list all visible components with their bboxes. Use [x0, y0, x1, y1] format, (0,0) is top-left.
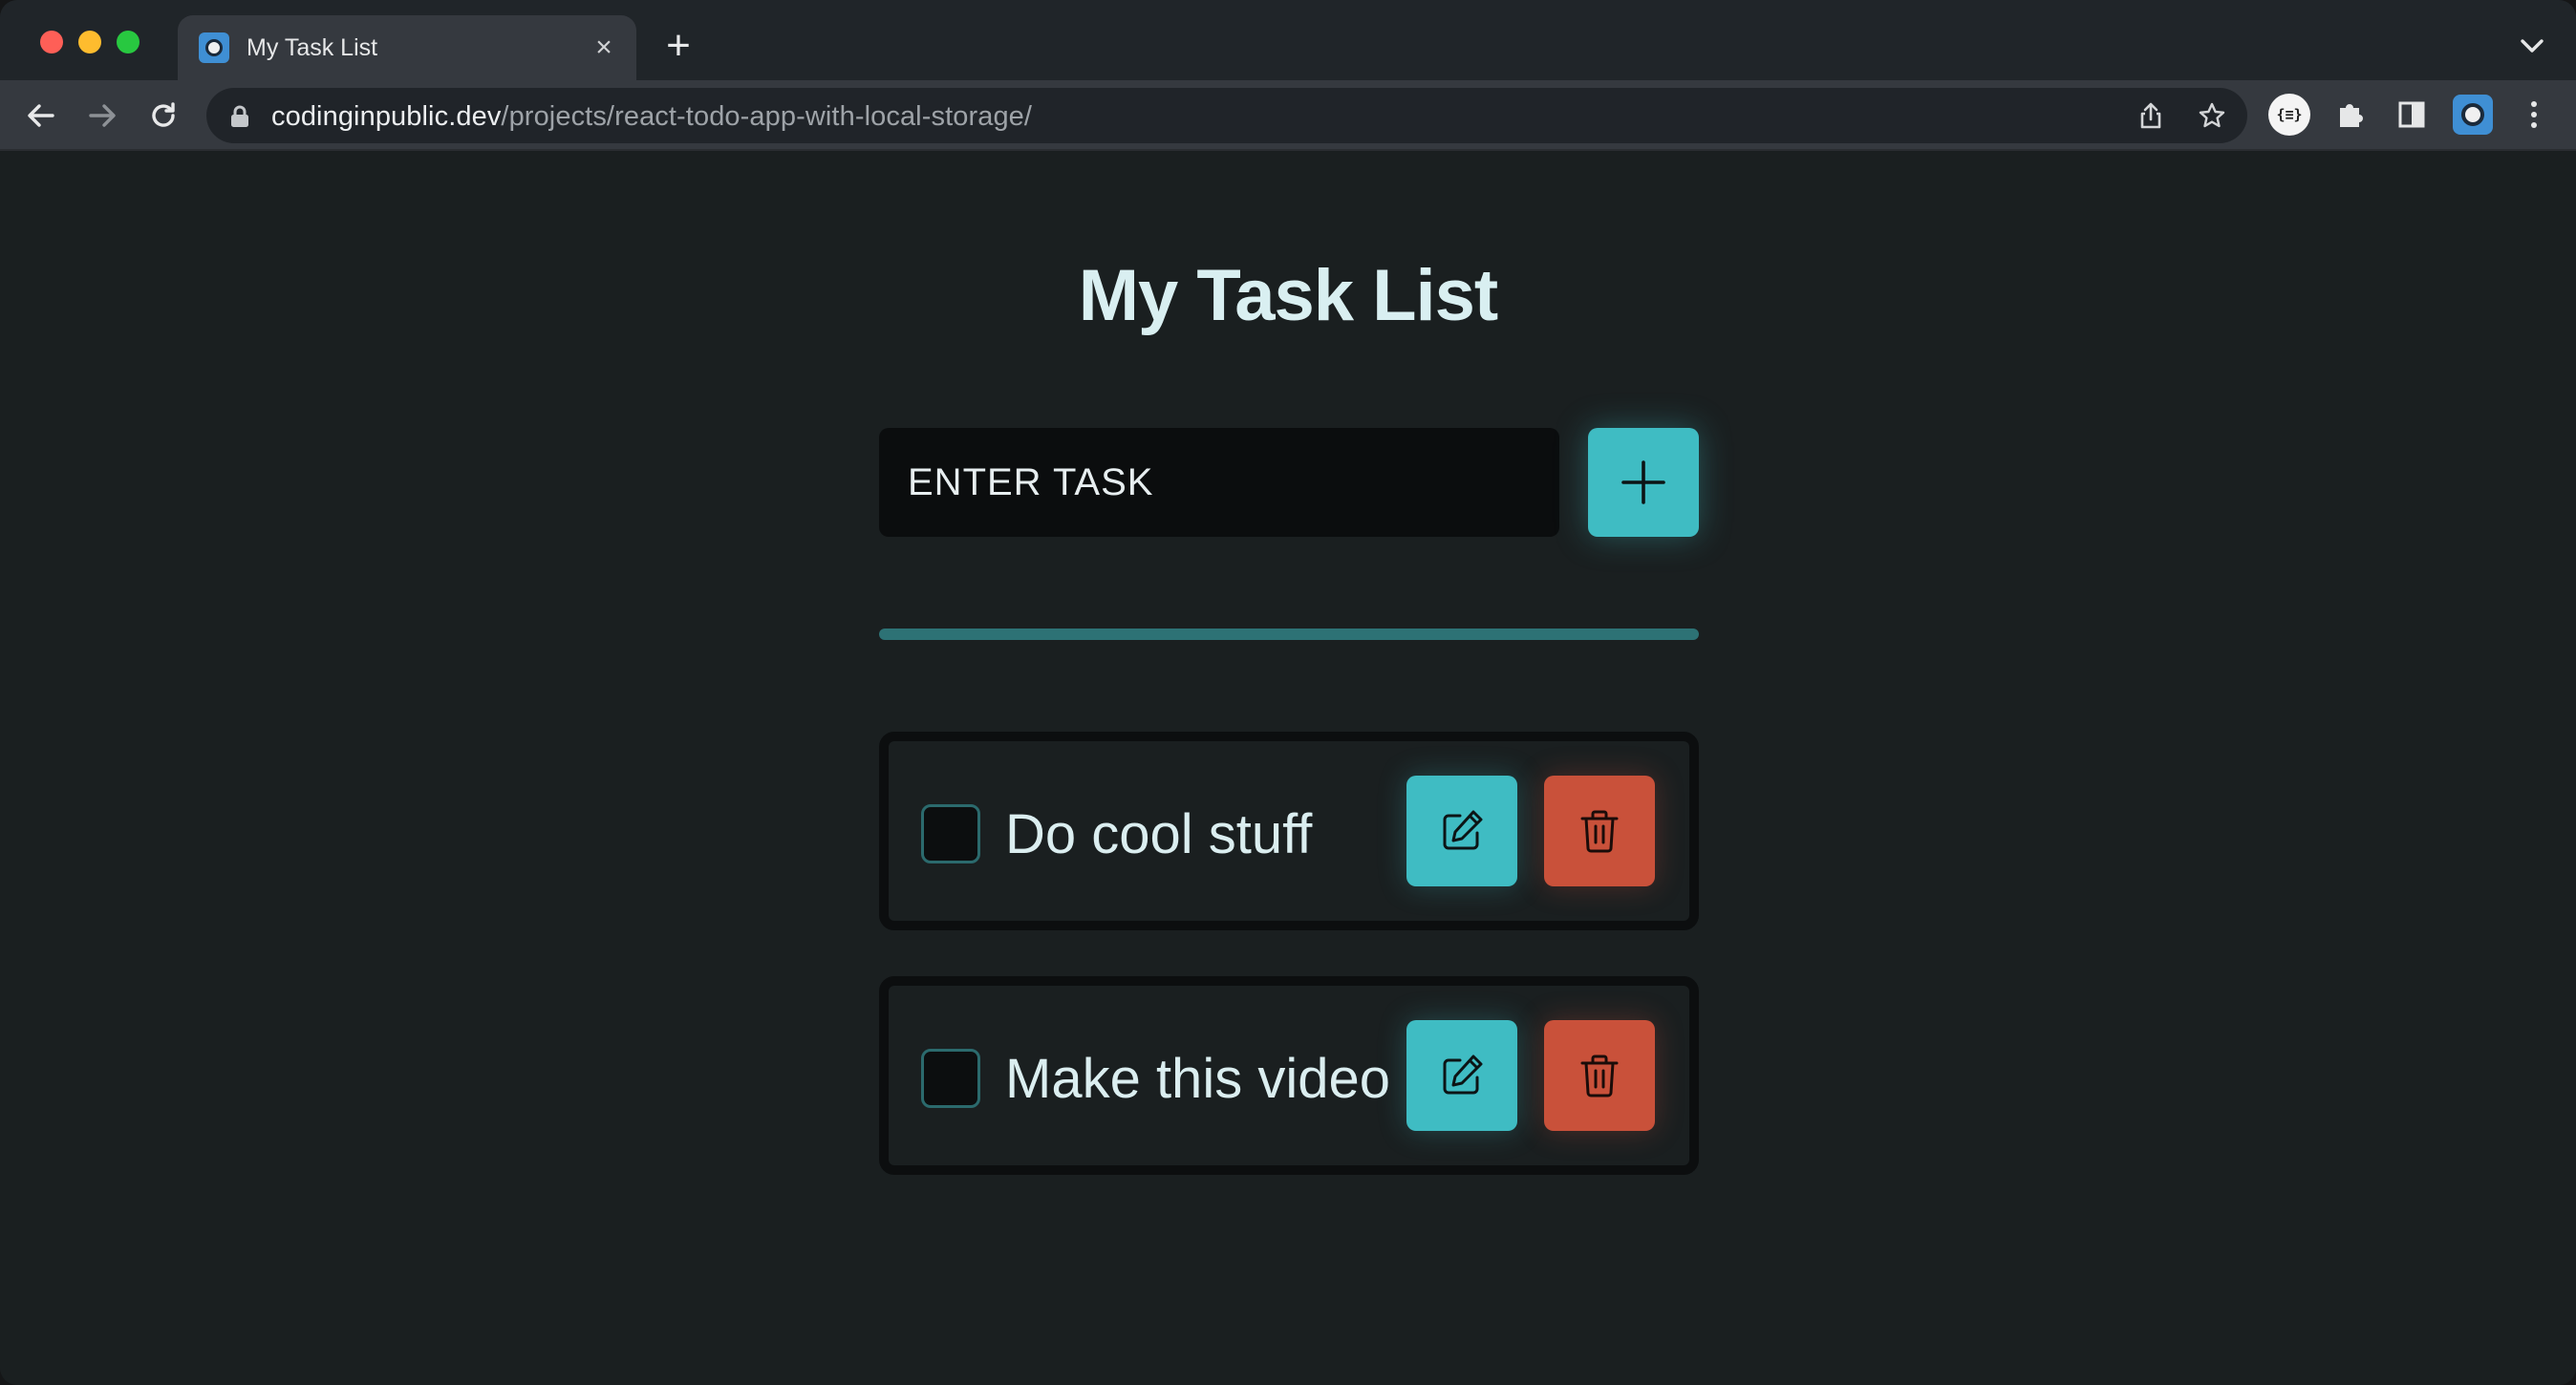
- json-extension-label: {≡}: [2268, 94, 2310, 136]
- pencil-square-icon: [1443, 810, 1483, 850]
- tab-title: My Task List: [247, 34, 378, 61]
- profile-avatar[interactable]: [2452, 94, 2494, 136]
- edit-task-button[interactable]: [1406, 776, 1517, 886]
- maximize-window-button[interactable]: [117, 31, 140, 53]
- forward-arrow-icon[interactable]: [82, 96, 122, 136]
- browser-window: My Task List × + codinginpublic.dev/proj…: [0, 0, 2576, 1385]
- tab-strip: My Task List × +: [0, 0, 2576, 80]
- extensions-puzzle-icon[interactable]: [2329, 94, 2372, 136]
- new-tab-button[interactable]: +: [659, 25, 698, 67]
- url-path: /projects/react-todo-app-with-local-stor…: [501, 101, 1033, 132]
- delete-task-button[interactable]: [1544, 776, 1655, 886]
- close-window-button[interactable]: [40, 31, 63, 53]
- add-task-button[interactable]: [1588, 428, 1699, 537]
- share-icon[interactable]: [2135, 99, 2167, 132]
- json-extension-icon[interactable]: {≡}: [2268, 94, 2310, 136]
- delete-task-button[interactable]: [1544, 1020, 1655, 1131]
- task-checkbox[interactable]: [921, 1049, 980, 1108]
- task-item: Make this video: [879, 976, 1699, 1175]
- minimize-window-button[interactable]: [78, 31, 101, 53]
- task-label: Make this video: [1005, 1048, 1390, 1110]
- bookmark-star-icon[interactable]: [2196, 99, 2228, 132]
- favicon-icon: [199, 32, 229, 63]
- plus-icon: [1621, 460, 1665, 504]
- task-item: Do cool stuff: [879, 732, 1699, 930]
- task-input[interactable]: [879, 428, 1559, 537]
- url-host: codinginpublic.dev: [271, 101, 502, 132]
- page-content: My Task List Do cool stuff: [0, 151, 2576, 1385]
- task-list: Do cool stuff Make this video: [879, 732, 1699, 1221]
- address-bar[interactable]: codinginpublic.dev/projects/react-todo-a…: [206, 88, 2247, 143]
- lock-icon[interactable]: [229, 105, 250, 128]
- task-label: Do cool stuff: [1005, 803, 1313, 865]
- task-checkbox[interactable]: [921, 804, 980, 863]
- page-title: My Task List: [1078, 255, 1499, 336]
- divider: [879, 629, 1699, 640]
- side-panel-icon[interactable]: [2391, 94, 2433, 136]
- tab-search-chevron-icon[interactable]: [2515, 31, 2549, 61]
- back-arrow-icon[interactable]: [21, 96, 61, 136]
- url-text[interactable]: codinginpublic.dev/projects/react-todo-a…: [271, 100, 1032, 133]
- edit-task-button[interactable]: [1406, 1020, 1517, 1131]
- task-form: [879, 428, 1699, 537]
- kebab-menu-icon[interactable]: [2513, 94, 2555, 136]
- browser-toolbar: codinginpublic.dev/projects/react-todo-a…: [0, 80, 2576, 151]
- reload-icon[interactable]: [143, 96, 183, 136]
- tab-close-icon[interactable]: ×: [589, 32, 619, 63]
- trash-icon: [1580, 1055, 1619, 1097]
- pencil-square-icon: [1443, 1055, 1483, 1095]
- tab-active[interactable]: My Task List ×: [178, 15, 636, 80]
- trash-icon: [1580, 810, 1619, 853]
